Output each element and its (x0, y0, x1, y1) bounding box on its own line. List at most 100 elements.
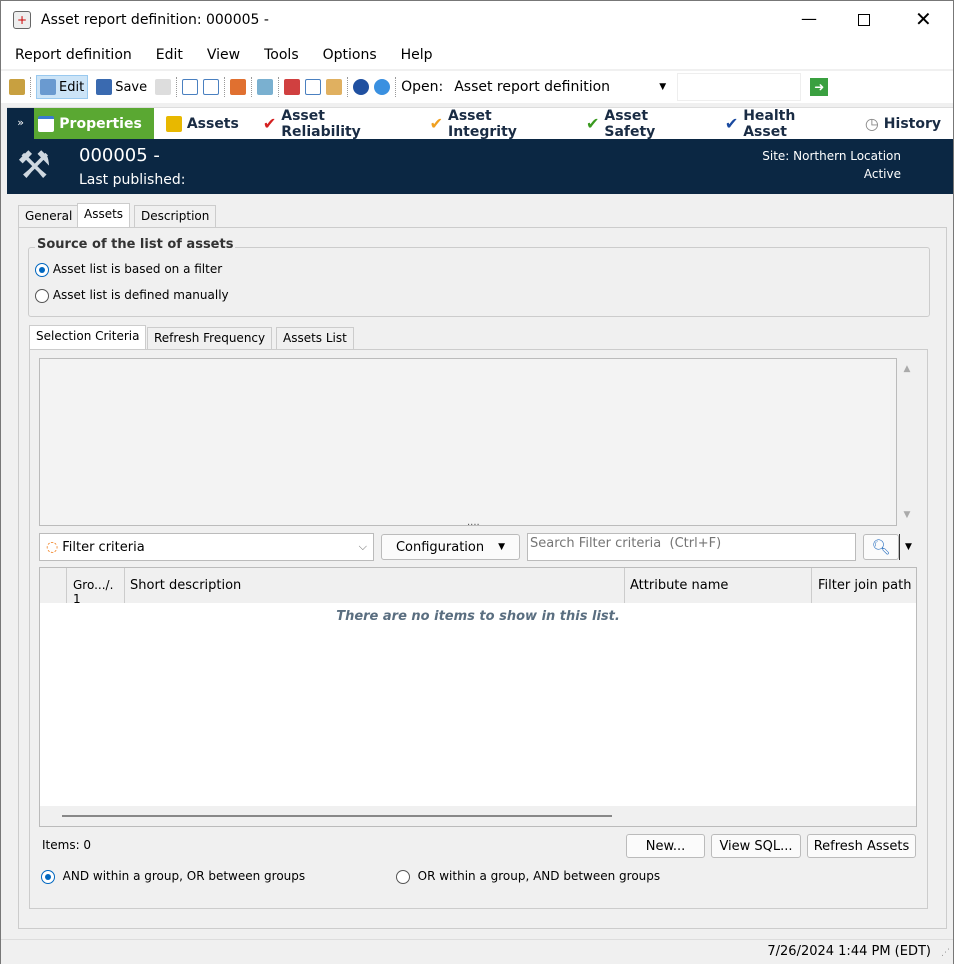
configuration-label: Configuration (395, 539, 485, 555)
grid-header: Gro.../. 1 Short description Attribute n… (40, 568, 916, 606)
assets-grid-icon (165, 115, 182, 132)
module-label: History (883, 115, 941, 132)
column-divider (124, 568, 125, 603)
module-health-asset[interactable]: ✔ Health Asset (713, 107, 853, 140)
open-select-value: Asset report definition (454, 79, 611, 95)
criteria-grid: Gro.../. 1 Short description Attribute n… (39, 567, 917, 827)
chevron-down-icon: ▼ (659, 82, 667, 92)
filter-search-input[interactable] (527, 533, 856, 561)
column-attribute-name[interactable]: Attribute name (630, 578, 728, 593)
open-select[interactable]: Asset report definition ▼ (448, 73, 673, 101)
view-sql-button[interactable]: View SQL... (711, 834, 801, 858)
tab-selection-criteria[interactable]: Selection Criteria (29, 325, 147, 349)
search-options-dropdown[interactable]: ▼ (899, 534, 917, 560)
record-id: 000005 - (79, 145, 160, 166)
module-bar: » Properties Assets ✔ Asset Reliability ✔… (7, 107, 953, 140)
close-button[interactable]: ✕ (915, 7, 932, 31)
module-asset-safety[interactable]: ✔ Asset Safety (574, 108, 713, 140)
go-button[interactable]: ➜ (810, 78, 829, 96)
tab-refresh-frequency[interactable]: Refresh Frequency (147, 327, 273, 349)
check-icon: ✔ (262, 114, 277, 133)
back-icon[interactable] (9, 79, 25, 95)
menu-help[interactable]: Help (401, 47, 433, 63)
column-divider (811, 568, 812, 603)
radio-unselected[interactable] (396, 869, 410, 884)
configuration-button[interactable]: Configuration ▼ (381, 534, 520, 560)
workflow-icon[interactable] (230, 79, 247, 95)
minimize-button[interactable]: — (801, 9, 817, 28)
menu-bar: Report definition Edit View Tools Option… (1, 41, 953, 69)
column-group[interactable]: Gro.../. 1 (68, 578, 124, 606)
last-published: Last published: (79, 172, 186, 188)
and-within-group-radio[interactable]: AND within a group, OR between groups (41, 869, 305, 884)
search-icon: 🔍︎ (871, 538, 891, 556)
duplicate-icon[interactable] (203, 79, 220, 95)
module-asset-integrity[interactable]: ✔ Asset Integrity (418, 107, 574, 140)
edit-icon (40, 79, 56, 95)
new-icon[interactable] (182, 79, 199, 95)
help-icon[interactable] (353, 79, 370, 95)
check-icon: ✔ (429, 114, 443, 133)
record-status: Active (863, 167, 901, 181)
paste-icon[interactable] (326, 79, 343, 95)
properties-icon (38, 115, 55, 132)
search-button[interactable]: 🔍︎ (863, 534, 899, 560)
module-history[interactable]: ◷ History (853, 108, 953, 139)
maximize-button[interactable] (858, 14, 870, 26)
module-label: Asset Integrity (448, 107, 517, 140)
menu-view[interactable]: View (207, 47, 240, 63)
column-short-description[interactable]: Short description (130, 578, 241, 593)
menu-report-definition[interactable]: Report definition (15, 47, 132, 63)
check-icon: ✔ (724, 114, 739, 133)
preview-scrollbar[interactable]: ▲ ▼ (897, 358, 917, 526)
manual-radio[interactable]: Asset list is defined manually (35, 288, 229, 303)
toolbar: Edit Save Open: Asset report definition ▼… (1, 71, 953, 103)
criteria-preview (39, 358, 897, 526)
open-search-input[interactable] (677, 73, 802, 101)
title-bar: + Asset report definition: 000005 - — ✕ (1, 1, 953, 41)
empty-message: There are no items to show in this list. (336, 609, 620, 624)
module-properties[interactable]: Properties (34, 108, 154, 139)
tab-general[interactable]: General (18, 205, 80, 227)
module-assets[interactable]: Assets (154, 108, 251, 139)
menu-edit[interactable]: Edit (156, 47, 183, 63)
splitter-handle[interactable]: ···· (467, 520, 480, 531)
or-within-group-radio[interactable]: OR within a group, AND between groups (396, 869, 660, 884)
module-label: Health Asset (743, 107, 796, 140)
radio-selected[interactable] (35, 262, 49, 277)
radio-unselected[interactable] (35, 288, 49, 303)
resize-grip-icon[interactable]: ⋰ (941, 948, 950, 958)
source-group: Source of the list of assets Asset list … (28, 237, 930, 317)
copy-icon[interactable] (305, 79, 322, 95)
new-button[interactable]: New... (626, 834, 705, 858)
filter-combo[interactable]: ◌ Filter criteria ⌵ (39, 533, 374, 561)
info-icon[interactable] (374, 79, 391, 95)
tab-assets-list[interactable]: Assets List (276, 327, 354, 349)
filter-radio[interactable]: Asset list is based on a filter (35, 262, 222, 277)
refresh-assets-button[interactable]: Refresh Assets (807, 834, 916, 858)
edit-label: Edit (59, 79, 85, 95)
status-datetime: 7/26/2024 1:44 PM (EDT) (767, 944, 931, 959)
menu-options[interactable]: Options (323, 47, 377, 63)
items-count: Items: 0 (42, 838, 92, 852)
link-icon[interactable] (257, 79, 274, 95)
dropdown-arrow-icon: ▼ (498, 542, 506, 552)
tab-assets[interactable]: Assets (77, 203, 131, 227)
main-tabs: General Assets Description (18, 203, 318, 229)
chevron-down-icon: ⌵ (358, 540, 367, 553)
save-button[interactable]: Save (93, 75, 150, 99)
cut-icon[interactable] (284, 79, 301, 95)
app-icon: + (13, 11, 31, 29)
tab-description[interactable]: Description (134, 205, 217, 227)
refresh-icon[interactable] (155, 79, 172, 95)
module-collapse-icon[interactable]: » (7, 108, 35, 139)
radio-label: AND within a group, OR between groups (62, 869, 306, 883)
grid-horizontal-scrollbar[interactable] (40, 806, 916, 826)
module-asset-reliability[interactable]: ✔ Asset Reliability (251, 107, 418, 140)
filter-icon: ◌ (46, 539, 59, 555)
menu-tools[interactable]: Tools (264, 47, 299, 63)
radio-selected[interactable] (41, 869, 55, 884)
column-filter-join-path[interactable]: Filter join path (818, 578, 911, 593)
edit-button[interactable]: Edit (36, 75, 89, 99)
module-label: Asset Reliability (281, 107, 361, 140)
